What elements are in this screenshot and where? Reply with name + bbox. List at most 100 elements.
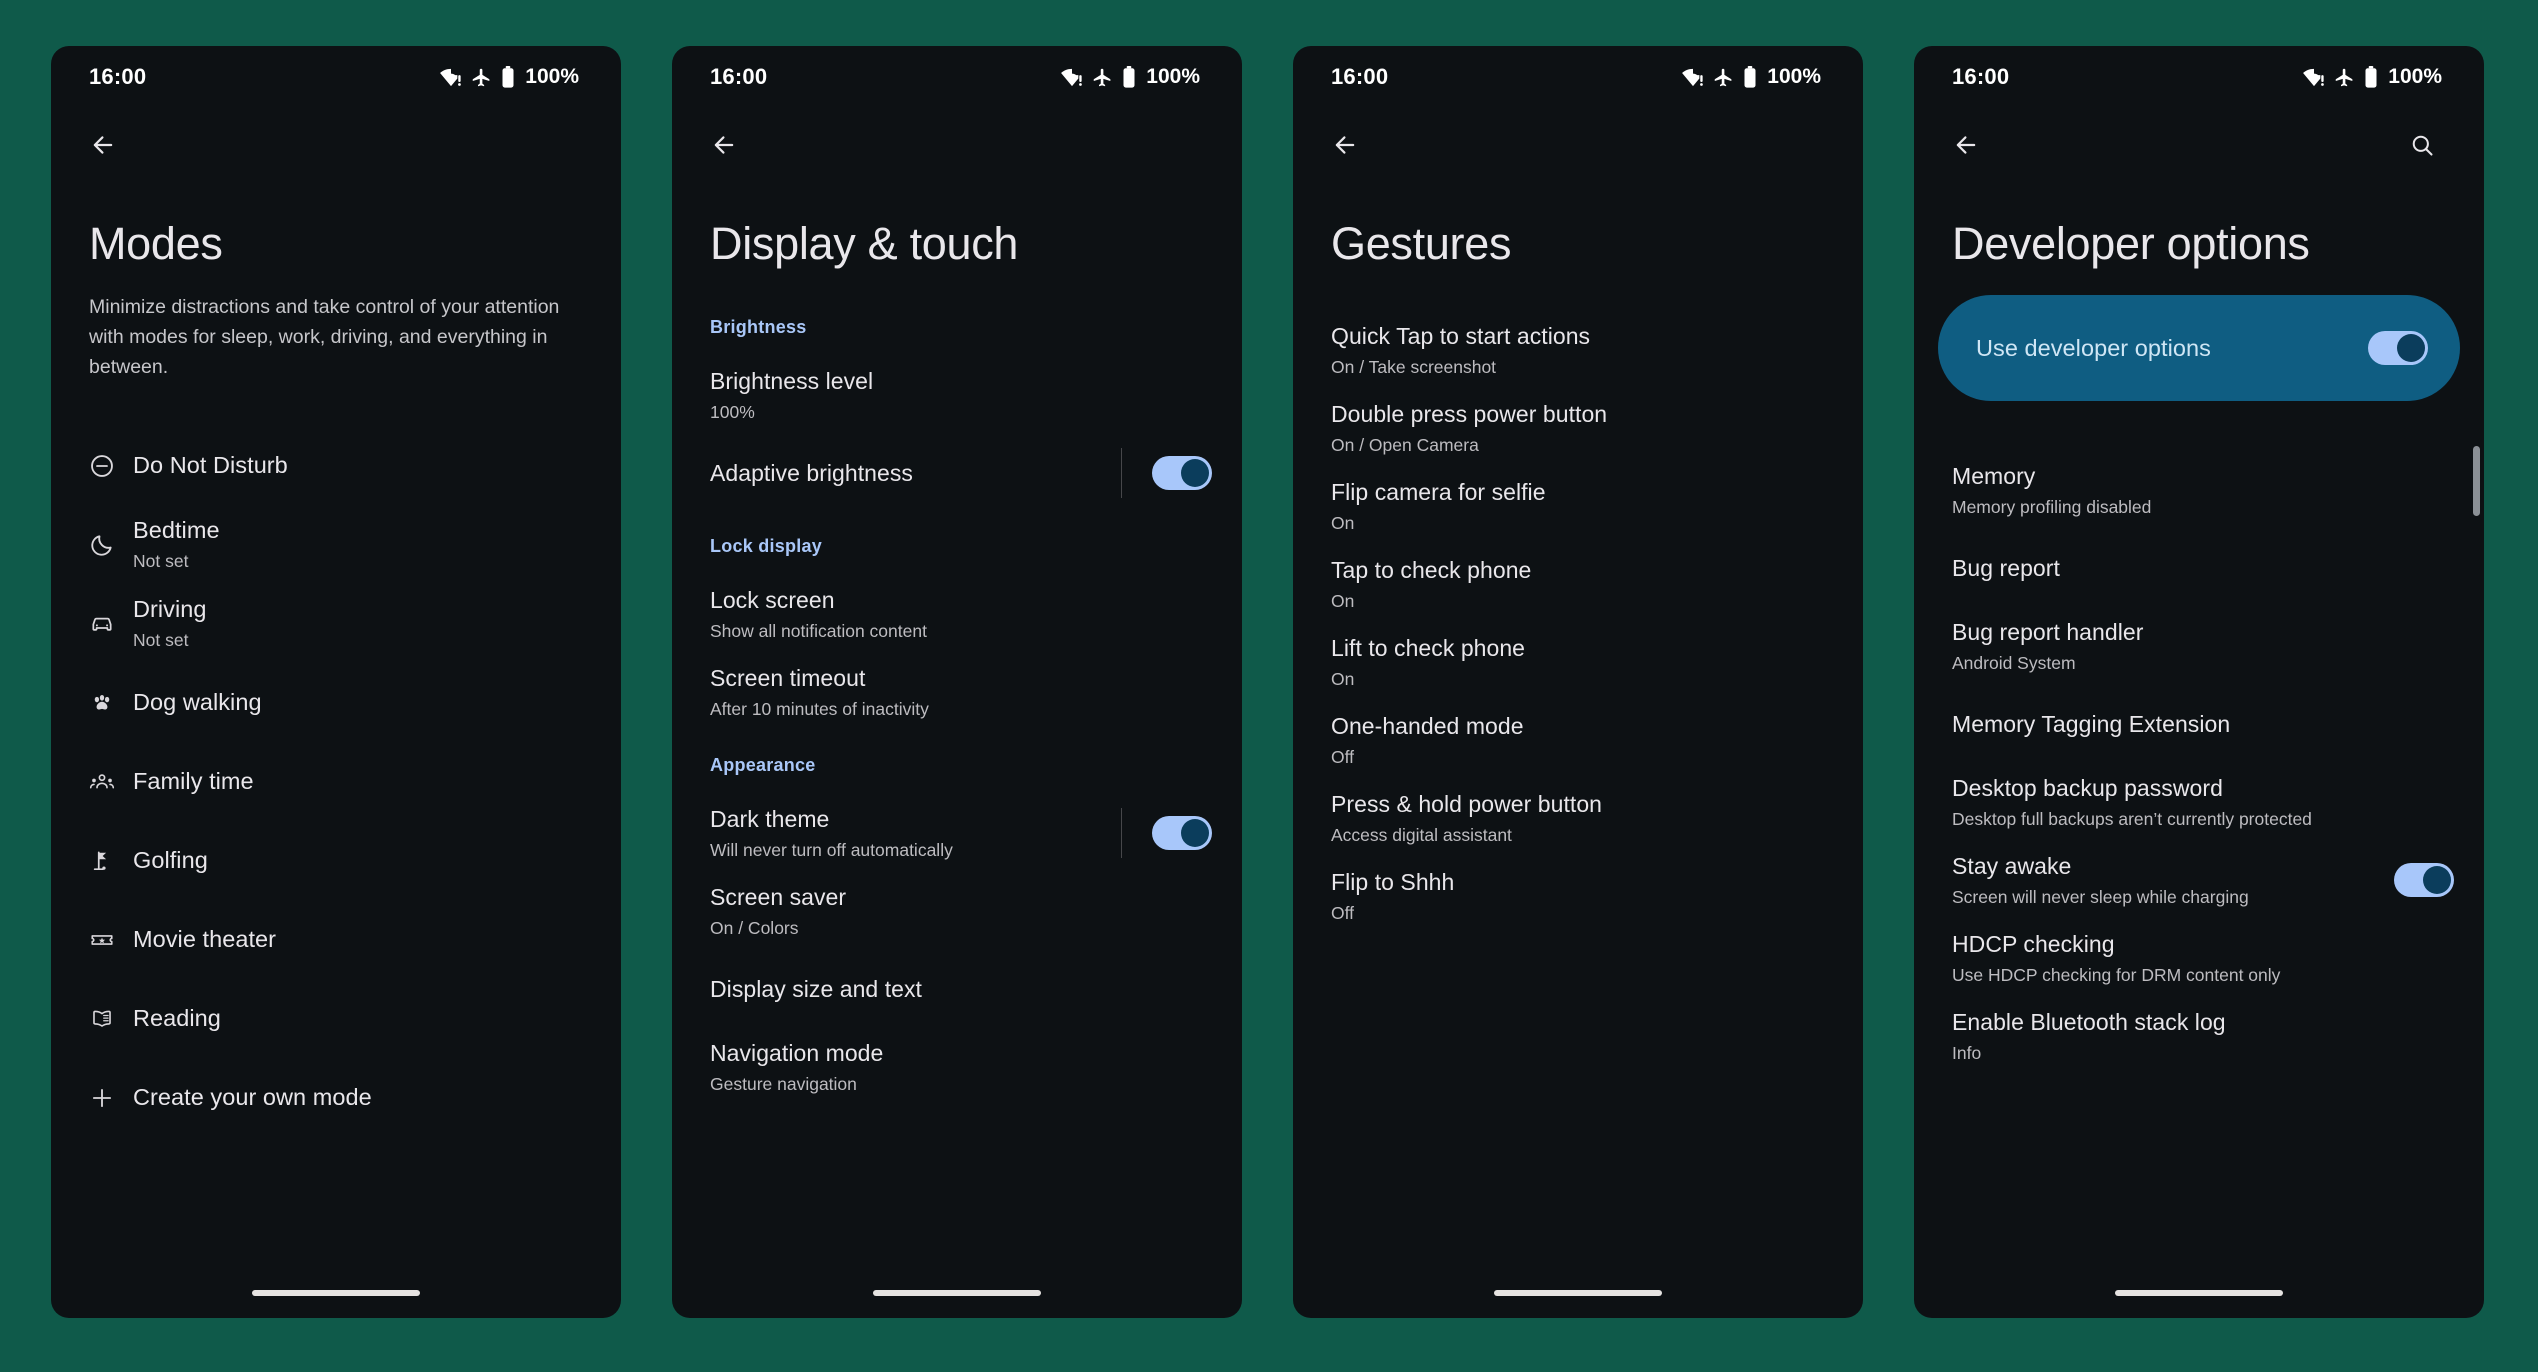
list-item-subtitle: On / Take screenshot <box>1331 356 1497 377</box>
list-item-title: Dog walking <box>133 688 262 715</box>
list-item-one-handed-mode[interactable]: One-handed mode Off <box>1293 701 1863 779</box>
list-item-screen-timeout[interactable]: Screen timeout After 10 minutes of inact… <box>672 653 1242 731</box>
back-arrow-icon[interactable] <box>1321 121 1369 169</box>
list-item-subtitle: On <box>1331 512 1355 533</box>
list-item-adaptive-brightness[interactable]: Adaptive brightness <box>672 434 1242 512</box>
list-item[interactable]: Reading <box>51 979 621 1058</box>
list-item-navigation-mode[interactable]: Navigation mode Gesture navigation <box>672 1028 1242 1106</box>
list-item-title: Screen timeout <box>710 665 866 691</box>
list-item-title: Family time <box>133 767 254 794</box>
app-bar <box>51 108 621 182</box>
use-developer-options-toggle[interactable] <box>2368 331 2428 366</box>
status-bar: 16:00 100% <box>672 46 1242 108</box>
navigation-pill[interactable] <box>1494 1290 1662 1296</box>
section-header-brightness: Brightness <box>710 317 807 338</box>
navigation-pill[interactable] <box>2115 1290 2283 1296</box>
battery-percent: 100% <box>2388 65 2442 88</box>
app-bar <box>1914 108 2484 182</box>
wifi-alert-icon <box>1061 67 1083 87</box>
list-item[interactable]: Movie theater <box>51 900 621 979</box>
list-item-subtitle: Memory profiling disabled <box>1952 496 2152 517</box>
status-bar-icons: 100% <box>1682 65 1821 89</box>
family-icon <box>89 769 133 795</box>
list-item-subtitle: Screen will never sleep while charging <box>1952 886 2249 907</box>
list-item-subtitle: 100% <box>710 401 755 422</box>
list-item-title: Quick Tap to start actions <box>1331 323 1591 349</box>
stay-awake-toggle[interactable] <box>2394 863 2454 898</box>
list-item-lift-to-check-phone[interactable]: Lift to check phone On <box>1293 623 1863 701</box>
list-item-title: Bug report <box>1952 554 2060 581</box>
list-item-memory[interactable]: Memory Memory profiling disabled <box>1914 451 2484 529</box>
list-item-subtitle: Will never turn off automatically <box>710 839 953 860</box>
list-item-subtitle: Info <box>1952 1042 1982 1063</box>
battery-percent: 100% <box>1146 65 1200 88</box>
scrollbar-thumb[interactable] <box>2473 446 2480 516</box>
list-item-bug-report[interactable]: Bug report <box>1914 529 2484 607</box>
modes-list: Do Not Disturb Bedtime Not set Driving N… <box>51 382 621 1137</box>
list-item-subtitle: Android System <box>1952 652 2076 673</box>
list-item-subtitle: On <box>1331 590 1355 611</box>
list-item-double-press-power[interactable]: Double press power button On / Open Came… <box>1293 389 1863 467</box>
list-item-title: Flip to Shhh <box>1331 869 1455 895</box>
navigation-pill[interactable] <box>873 1290 1041 1296</box>
list-item-tap-to-check-phone[interactable]: Tap to check phone On <box>1293 545 1863 623</box>
list-item-flip-to-shhh[interactable]: Flip to Shhh Off <box>1293 857 1863 935</box>
dark-theme-toggle[interactable] <box>1152 816 1212 851</box>
list-item-display-size-and-text[interactable]: Display size and text <box>672 950 1242 1028</box>
list-item-enable-bluetooth-stack-log[interactable]: Enable Bluetooth stack log Info <box>1914 997 2484 1075</box>
list-item-bug-report-handler[interactable]: Bug report handler Android System <box>1914 607 2484 685</box>
use-developer-options-card[interactable]: Use developer options <box>1938 295 2460 402</box>
list-item-title: Adaptive brightness <box>710 459 913 486</box>
adaptive-brightness-toggle[interactable] <box>1152 456 1212 491</box>
page-description: Minimize distractions and take control o… <box>89 296 560 378</box>
list-item-brightness-level[interactable]: Brightness level 100% <box>672 356 1242 434</box>
wifi-alert-icon <box>2303 67 2325 87</box>
list-item-memory-tagging-extension[interactable]: Memory Tagging Extension <box>1914 685 2484 763</box>
list-item-title: Bedtime <box>133 517 220 544</box>
status-bar: 16:00 100% <box>1914 46 2484 108</box>
phone-screen-developer-options: 16:00 100% Developer options Use develop… <box>1914 46 2484 1318</box>
list-item[interactable]: Bedtime Not set <box>51 505 621 584</box>
list-item-quick-tap[interactable]: Quick Tap to start actions On / Take scr… <box>1293 311 1863 389</box>
list-item[interactable]: Driving Not set <box>51 584 621 663</box>
page-title: Modes <box>89 218 223 269</box>
list-item-lock-screen[interactable]: Lock screen Show all notification conten… <box>672 575 1242 653</box>
list-item-title: Memory <box>1952 463 2036 489</box>
list-item-title: Driving <box>133 596 207 623</box>
search-icon[interactable] <box>2398 121 2446 169</box>
do-not-disturb-icon <box>89 453 133 479</box>
list-item-press-hold-power[interactable]: Press & hold power button Access digital… <box>1293 779 1863 857</box>
list-item-title: Lock screen <box>710 587 835 613</box>
list-item[interactable]: Dog walking <box>51 663 621 742</box>
list-item-title: Dark theme <box>710 806 830 832</box>
list-item-desktop-backup-password[interactable]: Desktop backup password Desktop full bac… <box>1914 763 2484 841</box>
back-arrow-icon[interactable] <box>79 121 127 169</box>
ticket-star-icon <box>89 927 133 953</box>
list-item[interactable]: Golfing <box>51 821 621 900</box>
battery-full-icon <box>2364 66 2378 88</box>
navigation-pill[interactable] <box>252 1290 420 1296</box>
list-item-title: Brightness level <box>710 368 874 394</box>
list-item-flip-camera[interactable]: Flip camera for selfie On <box>1293 467 1863 545</box>
back-arrow-icon[interactable] <box>700 121 748 169</box>
back-arrow-icon[interactable] <box>1942 121 1990 169</box>
wifi-alert-icon <box>1682 67 1704 87</box>
list-item-hdcp-checking[interactable]: HDCP checking Use HDCP checking for DRM … <box>1914 919 2484 997</box>
list-item-stay-awake[interactable]: Stay awake Screen will never sleep while… <box>1914 841 2484 919</box>
list-item[interactable]: Create your own mode <box>51 1058 621 1137</box>
toggle-container <box>2376 863 2454 898</box>
list-item-title: Desktop backup password <box>1952 775 2223 801</box>
list-item[interactable]: Family time <box>51 742 621 821</box>
screenshot-stage: 16:00 100% Modes Minimize distractions a… <box>0 0 2538 1372</box>
list-item-screen-saver[interactable]: Screen saver On / Colors <box>672 872 1242 950</box>
toggle-container <box>1103 808 1212 859</box>
list-item-title: One-handed mode <box>1331 713 1524 739</box>
phone-screen-display-touch: 16:00 100% Display & touch Brightness Br… <box>672 46 1242 1318</box>
battery-percent: 100% <box>525 65 579 88</box>
list-item[interactable]: Do Not Disturb <box>51 426 621 505</box>
developer-options-list: Memory Memory profiling disabled Bug rep… <box>1914 401 2484 1075</box>
list-item-dark-theme[interactable]: Dark theme Will never turn off automatic… <box>672 794 1242 872</box>
list-item-subtitle: After 10 minutes of inactivity <box>710 698 929 719</box>
list-item-subtitle: Off <box>1331 746 1355 767</box>
use-developer-options-label: Use developer options <box>1976 334 2211 361</box>
